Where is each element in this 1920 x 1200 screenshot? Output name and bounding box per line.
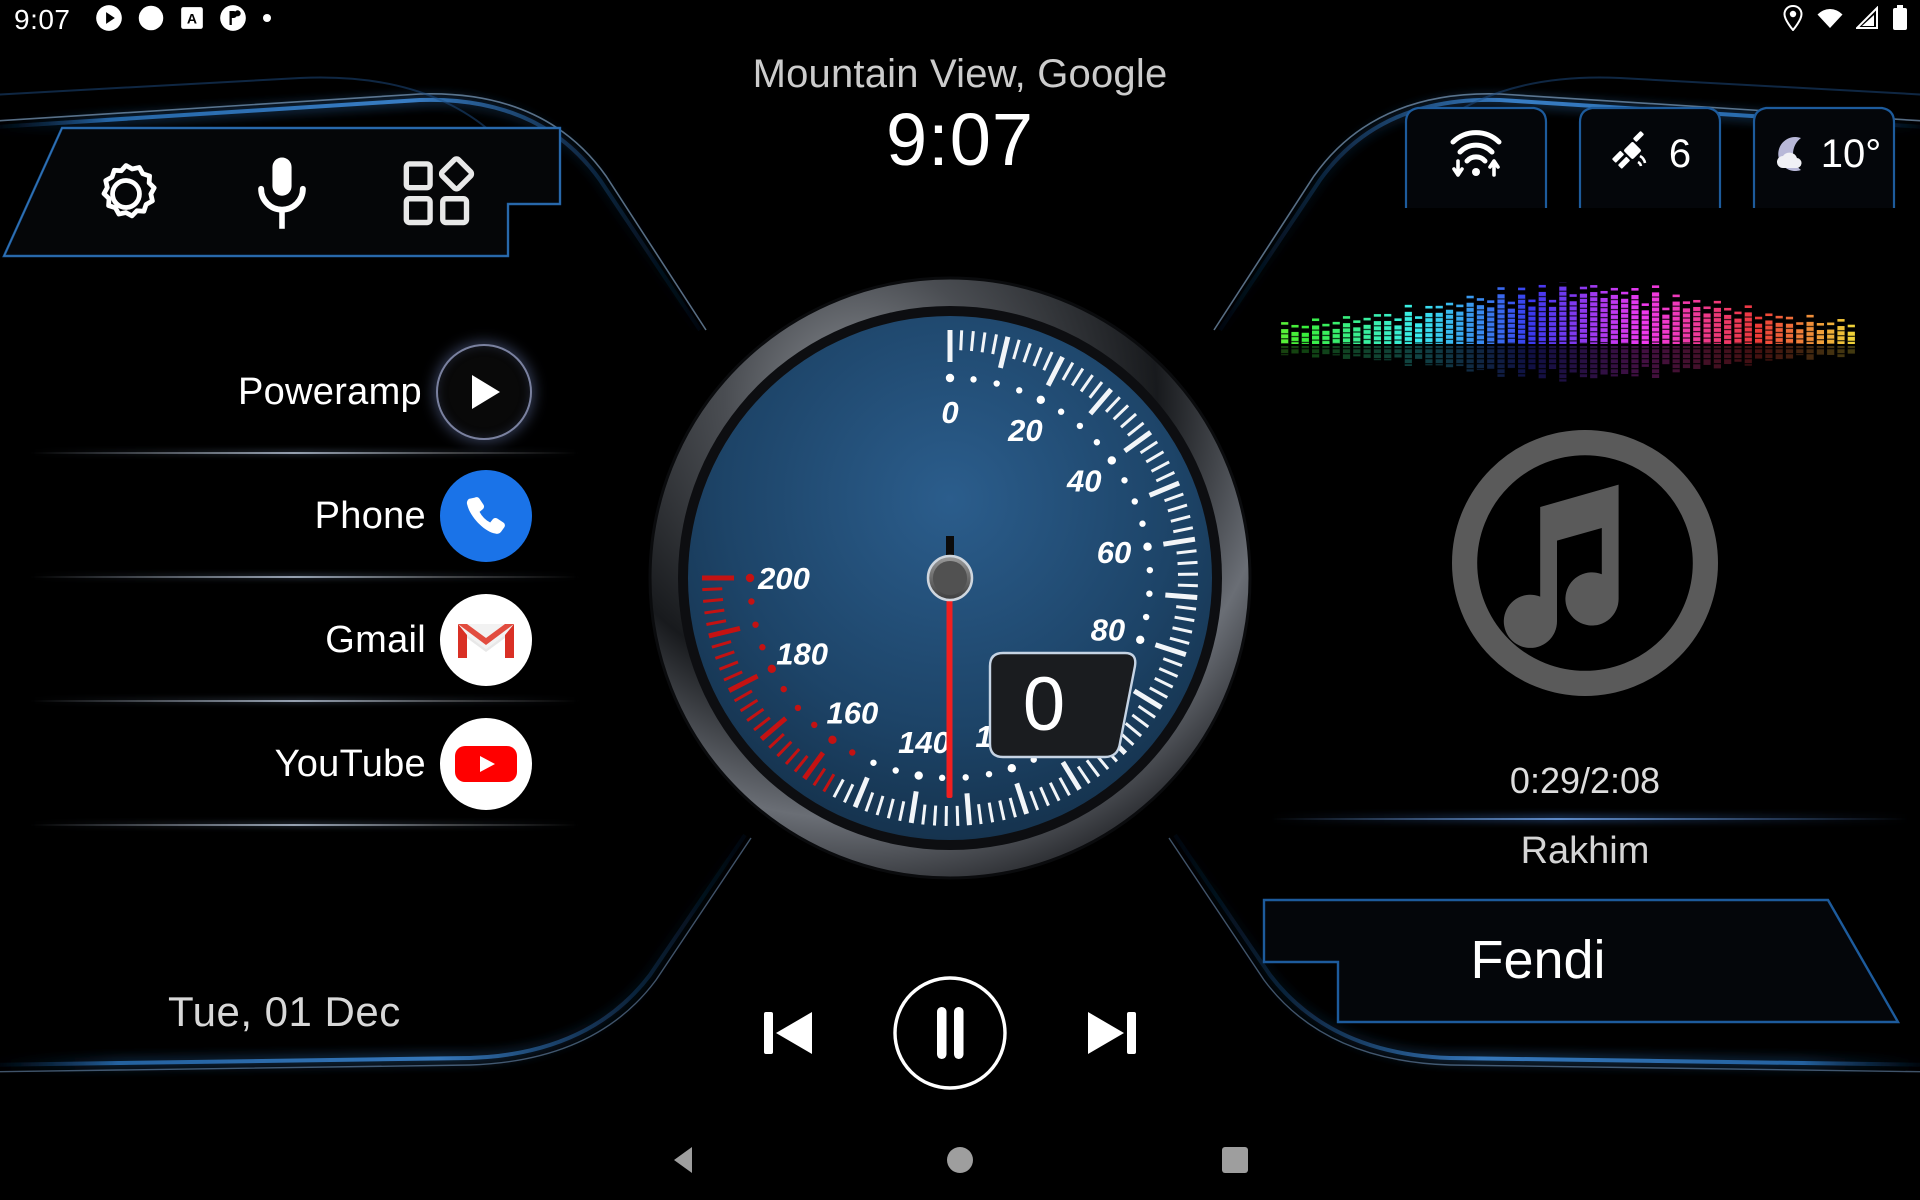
location-pin-icon [1782, 4, 1804, 36]
speedometer-gauge: 020406080100120140160180200 0 [640, 268, 1260, 888]
battery-icon [1892, 4, 1908, 36]
app-label: YouTube [274, 742, 426, 785]
home-circle-icon [947, 1147, 973, 1173]
header-block: Mountain View, Google 9:07 [610, 50, 1310, 182]
date-display: Tue, 01 Dec [168, 988, 401, 1035]
gps-widget[interactable]: 6 [1574, 100, 1726, 208]
app-label: Phone [314, 494, 426, 537]
microphone-icon [258, 157, 306, 229]
next-track-button[interactable] [1084, 1002, 1140, 1064]
svg-text:20: 20 [1007, 413, 1042, 448]
moon-cloud-icon [1776, 137, 1802, 171]
svg-text:200: 200 [757, 561, 810, 596]
skip-next-icon [1088, 1012, 1136, 1054]
svg-text:80: 80 [1091, 612, 1125, 647]
temperature-value: 10° [1820, 131, 1882, 176]
pause-icon [893, 976, 1007, 1090]
status-widgets: 6 10° [1400, 100, 1900, 208]
svg-text:140: 140 [898, 725, 950, 760]
gear-icon [101, 163, 157, 219]
youtube-icon [440, 718, 532, 810]
settings-button[interactable] [78, 148, 174, 240]
quick-controls-icon-row [78, 148, 486, 240]
app-row-gmail[interactable]: Gmail [0, 578, 580, 702]
poweramp-icon [436, 344, 532, 440]
notification-icon [219, 4, 247, 37]
record-circle-icon [137, 4, 165, 37]
gmail-icon [440, 594, 532, 686]
dot-icon [261, 11, 273, 29]
location-label: Mountain View, Google [752, 52, 1168, 96]
app-shortcut-list: Poweramp Phone Gmail YouTube [0, 330, 580, 826]
album-art[interactable] [1440, 418, 1730, 708]
nav-home-button[interactable] [925, 1130, 995, 1190]
audio-equalizer-visualizer [1278, 279, 1858, 387]
wifi-transfer-icon [1445, 125, 1507, 183]
svg-text:0: 0 [1023, 662, 1065, 747]
svg-text:A: A [187, 10, 197, 26]
svg-text:60: 60 [1097, 535, 1131, 570]
app-label: Poweramp [237, 370, 422, 413]
nav-recents-button[interactable] [1200, 1130, 1270, 1190]
voice-button[interactable] [234, 148, 330, 240]
clock-label: 9:07 [885, 98, 1035, 181]
back-triangle-icon [674, 1147, 692, 1173]
wifi-icon [1816, 6, 1844, 35]
previous-track-button[interactable] [760, 1002, 816, 1064]
app-label: Gmail [325, 618, 426, 661]
svg-text:0: 0 [941, 395, 958, 430]
car-dashboard-screen: 9:07 A Poweramp Phone Gmail YouTube Tue,… [0, 0, 1920, 1200]
play-pause-button[interactable] [891, 974, 1009, 1092]
gps-count: 6 [1668, 131, 1692, 176]
a-badge-icon: A [179, 5, 205, 36]
weather-widget[interactable]: 10° [1748, 100, 1900, 208]
music-note-icon [1452, 430, 1718, 696]
apps-button[interactable] [390, 148, 486, 240]
track-time-display: 0:29/2:08 [1509, 760, 1661, 801]
track-title: Fendi [1470, 930, 1606, 990]
cell-signal-icon [1854, 5, 1880, 35]
status-bar-notification-icons: A [95, 4, 273, 37]
satellite-icon [1612, 131, 1647, 169]
quick-controls-panel [0, 120, 575, 260]
digital-speed-readout: 0 [988, 651, 1137, 759]
apps-grid-icon [403, 156, 475, 226]
svg-text:180: 180 [776, 636, 828, 671]
track-divider [1270, 818, 1910, 820]
app-row-phone[interactable]: Phone [0, 454, 580, 578]
svg-text:40: 40 [1066, 463, 1101, 498]
phone-icon [440, 470, 532, 562]
list-divider [30, 824, 580, 826]
play-circle-icon [95, 4, 123, 37]
nav-back-button[interactable] [650, 1130, 720, 1190]
skip-previous-icon [764, 1012, 812, 1054]
status-bar-time: 9:07 [14, 4, 71, 35]
svg-text:160: 160 [827, 695, 879, 730]
app-row-poweramp[interactable]: Poweramp [0, 330, 580, 454]
status-bar-system-icons [1782, 4, 1908, 36]
recents-square-icon [1222, 1147, 1248, 1173]
wifi-widget[interactable] [1400, 100, 1552, 208]
media-controls [760, 968, 1140, 1098]
track-title-panel: Fendi [1258, 890, 1918, 1030]
play-icon [472, 375, 500, 409]
status-bar: 9:07 A [0, 0, 1920, 40]
android-navigation-bar [0, 1120, 1920, 1200]
app-row-youtube[interactable]: YouTube [0, 702, 580, 826]
track-artist: Rakhim [1520, 830, 1650, 872]
